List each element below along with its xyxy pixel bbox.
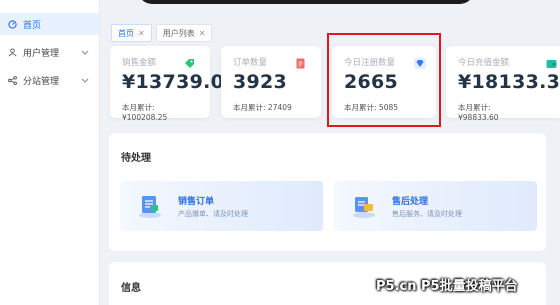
tab-bar: 首页 ✕ 用户列表 ✕ [111,24,213,42]
todo-item-sales-order[interactable]: 销售订单 产品爆单、请及时处理 [120,181,323,231]
sidebar-item-label: 用户管理 [23,48,60,59]
todo-item-desc: 产品爆单、请及时处理 [178,210,248,218]
card-month-label: 本月累计: [458,103,491,112]
document-icon [296,58,305,69]
tab-label: 用户列表 [162,28,195,38]
todo-item-after-sales[interactable]: 售后处理 售后服务、请及时处理 [334,181,537,231]
card-label: 订单数量 [233,58,268,68]
card-month: 本月累计: 27409 [233,102,292,113]
card-label: 销售金额 [122,58,157,68]
stat-card-today-recharge: 今日充值金额 ¥18133.33 本月累计: ¥98833.60 [446,46,560,122]
wallet-icon [546,60,557,68]
todo-panel: 待处理 销售订单 产品爆单、请及时处理 售后处理 售后服务、请及时处理 [109,133,546,251]
card-month-value: ¥100208.25 [122,113,168,122]
dashboard-icon [8,19,17,29]
chevron-down-icon [81,50,89,55]
tab-user-list[interactable]: 用户列表 ✕ [155,24,213,42]
sidebar-item-label: 首页 [23,20,42,31]
chevron-down-icon [81,78,89,83]
stat-card-sales-amount: 销售金额 ¥13739.09 本月累计: ¥100208.25 [110,46,237,122]
card-month-value: 27409 [267,103,292,112]
panel-title: 待处理 [121,153,151,164]
todo-item-title: 售后处理 [392,197,429,207]
stat-card-order-count: 订单数量 3923 本月累计: 27409 [221,46,321,118]
device-notch [138,0,474,4]
card-month-label: 本月累计: [233,103,266,112]
card-value: ¥18133.33 [458,71,560,93]
sidebar: 首页 用户管理 分站管理 [0,0,100,305]
card-label: 今日充值金额 [458,58,510,68]
tag-icon [185,59,194,68]
tab-label: 首页 [118,28,134,38]
user-icon [8,47,17,56]
sidebar-item-label: 分站管理 [23,76,60,87]
after-sales-icon [353,197,375,218]
panel-title: 信息 [121,283,141,294]
card-value: 3923 [233,71,288,93]
sidebar-item-substation-management[interactable]: 分站管理 [0,69,99,91]
highlight-box [327,33,441,127]
order-list-icon [139,196,161,218]
card-month-value: ¥98833.60 [458,113,499,122]
todo-item-title: 销售订单 [178,197,215,207]
share-icon [8,75,17,85]
close-icon[interactable]: ✕ [138,29,145,38]
close-icon[interactable]: ✕ [199,29,206,38]
todo-item-desc: 售后服务、请及时处理 [392,210,462,218]
sidebar-item-home[interactable]: 首页 [0,13,99,35]
card-month-label: 本月累计: [122,103,155,112]
sidebar-item-user-management[interactable]: 用户管理 [0,41,99,63]
watermark: P5.cn P5批量投稿平台 [376,279,518,294]
tab-home[interactable]: 首页 ✕ [111,24,152,42]
